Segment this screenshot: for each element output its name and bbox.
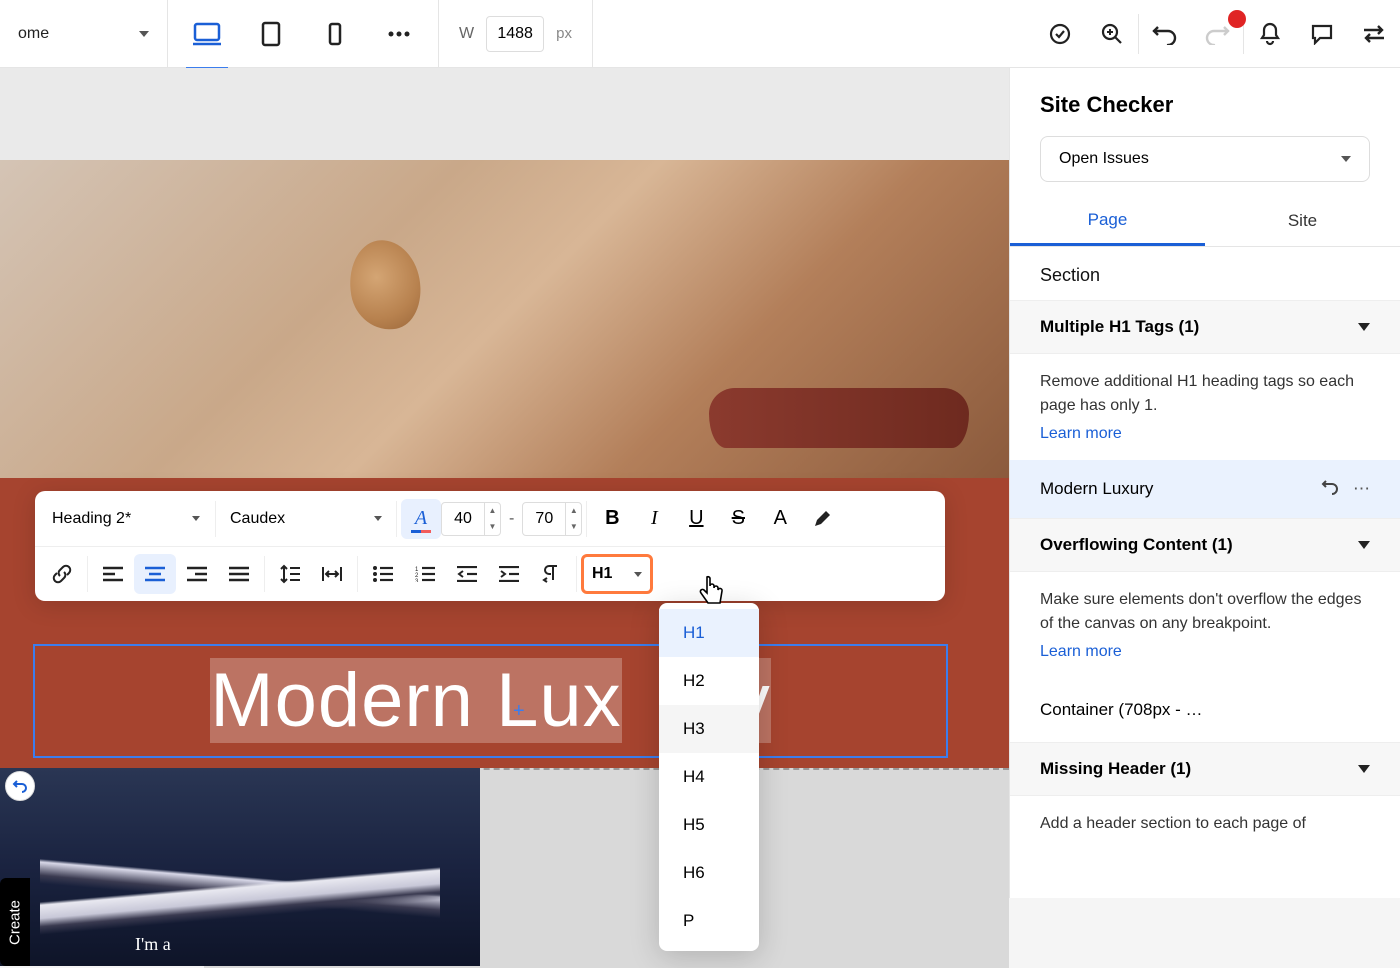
tag-label: H1	[592, 565, 612, 583]
more-icon[interactable]: ⋯	[1353, 479, 1370, 500]
site-checker-panel: Site Checker Open Issues Page Site Secti…	[1009, 68, 1400, 898]
bold-button[interactable]: B	[591, 499, 633, 539]
revert-icon[interactable]	[1321, 479, 1339, 500]
indent-button[interactable]	[488, 554, 530, 594]
tag-option-h1[interactable]: H1	[659, 609, 759, 657]
strikethrough-button[interactable]: S	[717, 499, 759, 539]
undo-button[interactable]	[1139, 0, 1191, 68]
text-format-toolbar: Heading 2* Caudex A ▲▼ - ▲▼ B I U	[35, 491, 945, 601]
numbered-list-button[interactable]: 123	[404, 554, 446, 594]
bullet-list-button[interactable]	[362, 554, 404, 594]
learn-more-link[interactable]: Learn more	[1040, 640, 1122, 664]
notifications-button[interactable]	[1244, 0, 1296, 68]
hero-image	[0, 160, 1009, 478]
chevron-down-icon	[192, 516, 200, 521]
section-label: Section	[1010, 247, 1400, 300]
canvas-width-control: W px	[439, 0, 593, 68]
align-justify-button[interactable]	[218, 554, 260, 594]
create-tab[interactable]: Create	[0, 878, 30, 966]
chevron-down-icon	[1358, 765, 1370, 773]
italic-button[interactable]: I	[633, 499, 675, 539]
tag-option-h4[interactable]: H4	[659, 753, 759, 801]
letter-spacing-button[interactable]	[311, 554, 353, 594]
chevron-down-icon	[139, 31, 149, 37]
text-style-select[interactable]: Heading 2*	[41, 499, 211, 539]
align-center-button[interactable]	[134, 554, 176, 594]
pointer-cursor-icon	[697, 575, 729, 616]
top-toolbar: ome W px	[0, 0, 1400, 68]
more-devices-button[interactable]	[378, 13, 420, 55]
svg-text:3: 3	[415, 579, 419, 582]
chevron-down-icon	[1341, 156, 1351, 162]
underline-button[interactable]: U	[675, 499, 717, 539]
tag-option-h3[interactable]: H3	[659, 705, 759, 753]
width-input[interactable]	[486, 16, 544, 52]
step-down[interactable]: ▼	[566, 519, 581, 535]
step-up[interactable]: ▲	[485, 503, 500, 519]
notification-badge	[1228, 10, 1246, 28]
issues-filter-select[interactable]: Open Issues	[1040, 136, 1370, 182]
panel-title: Site Checker	[1010, 68, 1400, 136]
line-height-input[interactable]: ▲▼	[522, 502, 582, 536]
width-label: W	[459, 25, 474, 43]
page-selector[interactable]: ome	[0, 0, 168, 68]
desktop-device-button[interactable]	[186, 13, 228, 55]
plus-cursor-icon: +	[513, 700, 525, 723]
width-unit: px	[556, 25, 572, 42]
device-switcher	[168, 0, 439, 68]
step-up[interactable]: ▲	[566, 503, 581, 519]
heading-text-highlighted: Modern Lux	[210, 658, 621, 743]
align-right-button[interactable]	[176, 554, 218, 594]
chevron-down-icon	[1358, 323, 1370, 331]
tag-option-h2[interactable]: H2	[659, 657, 759, 705]
align-left-button[interactable]	[92, 554, 134, 594]
issue-body-h1: Remove additional H1 heading tags so eac…	[1010, 354, 1400, 460]
issue-header-missing-header[interactable]: Missing Header (1)	[1010, 742, 1400, 796]
tag-option-p[interactable]: P	[659, 897, 759, 945]
issue-item-modern-luxury[interactable]: Modern Luxury ⋯	[1010, 460, 1400, 518]
step-down[interactable]: ▼	[485, 519, 500, 535]
zoom-button[interactable]	[1086, 0, 1138, 68]
issue-header-h1[interactable]: Multiple H1 Tags (1)	[1010, 300, 1400, 354]
canvas[interactable]: Modern Lux y + Create I'm a Heading 2* C…	[0, 68, 1009, 898]
mountain-image	[0, 768, 480, 966]
learn-more-link[interactable]: Learn more	[1040, 422, 1122, 446]
outdent-button[interactable]	[446, 554, 488, 594]
page-name: ome	[18, 25, 49, 43]
font-color-button[interactable]: A	[759, 499, 801, 539]
filter-label: Open Issues	[1059, 150, 1149, 168]
checker-tabs: Page Site	[1010, 196, 1400, 247]
issue-body-overflow: Make sure elements don't overflow the ed…	[1010, 572, 1400, 678]
edit-button[interactable]	[801, 499, 843, 539]
issue-header-overflow[interactable]: Overflowing Content (1)	[1010, 518, 1400, 572]
html-tag-select[interactable]: H1	[581, 554, 653, 594]
font-family-label: Caudex	[230, 510, 285, 528]
tablet-device-button[interactable]	[250, 13, 292, 55]
chevron-down-icon	[1358, 541, 1370, 549]
line-spacing-button[interactable]	[269, 554, 311, 594]
chevron-down-icon	[634, 572, 642, 577]
im-a-text: I'm a	[135, 934, 171, 955]
font-family-select[interactable]: Caudex	[220, 499, 392, 539]
font-size-input[interactable]: ▲▼	[441, 502, 501, 536]
dash: -	[501, 510, 522, 528]
issue-body-missing-header: Add a header section to each page of	[1010, 796, 1400, 850]
transfer-button[interactable]	[1348, 0, 1400, 68]
text-color-button[interactable]: A	[401, 499, 441, 539]
check-button[interactable]	[1034, 0, 1086, 68]
text-direction-button[interactable]	[530, 554, 572, 594]
tab-site[interactable]: Site	[1205, 196, 1400, 246]
tag-option-h5[interactable]: H5	[659, 801, 759, 849]
chevron-down-icon	[374, 516, 382, 521]
link-button[interactable]	[41, 554, 83, 594]
issue-item-container[interactable]: Container (708px - …	[1010, 678, 1400, 742]
comments-button[interactable]	[1296, 0, 1348, 68]
tag-dropdown-menu: H1 H2 H3 H4 H5 H6 P	[659, 603, 759, 951]
text-style-label: Heading 2*	[52, 510, 131, 528]
undo-badge[interactable]	[5, 771, 35, 801]
selected-heading-element[interactable]: Modern Lux y +	[33, 644, 948, 758]
tab-page[interactable]: Page	[1010, 196, 1205, 246]
tag-option-h6[interactable]: H6	[659, 849, 759, 897]
mobile-device-button[interactable]	[314, 13, 356, 55]
